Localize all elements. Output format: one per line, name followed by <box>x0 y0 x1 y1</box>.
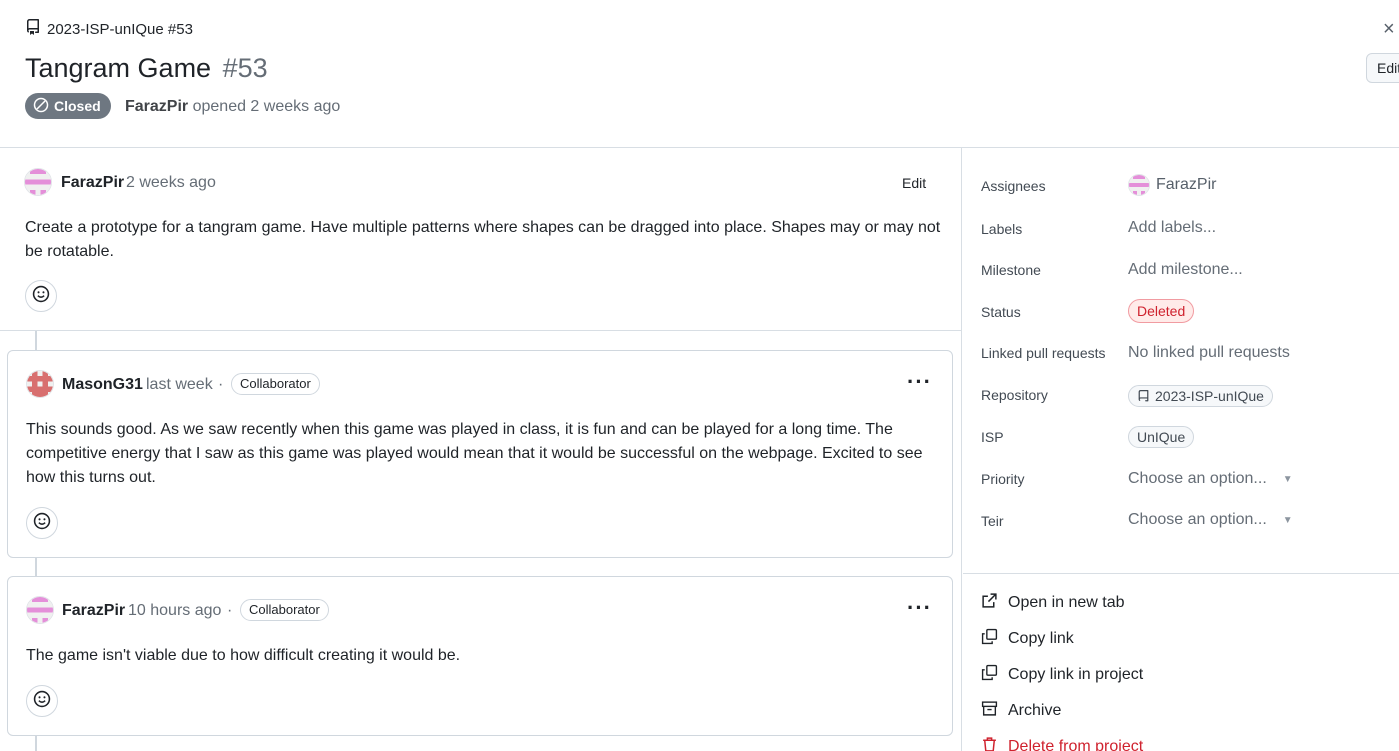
avatar[interactable] <box>26 370 54 398</box>
repository-name: 2023-ISP-unIQue <box>1155 388 1264 404</box>
milestone-label: Milestone <box>981 262 1041 278</box>
status-badge: Closed <box>25 93 111 119</box>
comment-body: This sounds good. As we saw recently whe… <box>26 421 923 486</box>
comment-body: The game isn't viable due to how difficu… <box>26 647 461 664</box>
avatar[interactable] <box>24 168 52 196</box>
teir-select-value: Choose an option... <box>1128 511 1267 528</box>
issue-sidebar: Assignees FarazPir Labels Add labels... … <box>963 148 1399 751</box>
comment-author[interactable]: MasonG31 <box>62 376 143 394</box>
separator-dot: · <box>218 376 224 393</box>
archive-button[interactable]: Archive <box>981 700 1061 722</box>
opened-by-author[interactable]: FarazPir <box>125 98 188 115</box>
comment-author[interactable]: FarazPir <box>62 602 125 620</box>
milestone-value[interactable]: Add milestone... <box>1128 261 1243 279</box>
copy-link-button[interactable]: Copy link <box>981 628 1074 650</box>
issue-body: FarazPir 2 weeks ago Edit Create a proto… <box>0 148 961 331</box>
more-options-icon[interactable]: ··· <box>907 595 932 621</box>
labels-value[interactable]: Add labels... <box>1128 219 1216 237</box>
avatar <box>1128 174 1150 196</box>
priority-label: Priority <box>981 471 1025 487</box>
role-badge: Collaborator <box>240 599 329 621</box>
repository-label: Repository <box>981 387 1048 403</box>
opened-by-text: opened 2 weeks ago <box>192 98 341 115</box>
linked-prs-value: No linked pull requests <box>1128 344 1290 361</box>
priority-select-value: Choose an option... <box>1128 470 1267 487</box>
isp-badge: UnIQue <box>1128 426 1195 448</box>
edit-title-button[interactable]: Edit <box>1366 53 1399 83</box>
delete-from-project-button[interactable]: Delete from project <box>981 736 1143 751</box>
copy-link-in-project-button[interactable]: Copy link in project <box>981 664 1143 686</box>
copy-icon <box>981 664 998 686</box>
assignees-value[interactable]: FarazPir <box>1128 174 1216 196</box>
archive-label: Archive <box>1008 702 1062 719</box>
comment-card: FarazPir 10 hours ago · Collaborator ···… <box>7 576 953 736</box>
status-deleted-badge: Deleted <box>1128 299 1195 323</box>
open-new-tab-button[interactable]: Open in new tab <box>981 592 1125 614</box>
add-reaction-button[interactable] <box>26 507 58 539</box>
repo-icon <box>25 19 41 39</box>
more-options-icon[interactable]: ··· <box>907 369 932 395</box>
smiley-icon <box>33 690 51 713</box>
assignees-label: Assignees <box>981 178 1046 194</box>
priority-select[interactable]: Choose an option... ▼ <box>1128 470 1293 488</box>
copy-link-in-project-label: Copy link in project <box>1008 666 1144 683</box>
add-reaction-button[interactable] <box>26 685 58 717</box>
divider <box>963 573 1399 574</box>
teir-label: Teir <box>981 513 1004 529</box>
edit-body-button[interactable]: Edit <box>902 175 926 191</box>
linked-prs-label: Linked pull requests <box>981 345 1106 361</box>
separator-dot: · <box>227 602 233 619</box>
isp-value[interactable]: UnIQue <box>1128 426 1195 448</box>
add-reaction-button[interactable] <box>25 280 57 312</box>
assignee-name: FarazPir <box>1156 176 1217 193</box>
copy-link-label: Copy link <box>1008 630 1074 647</box>
repo-breadcrumb-text: 2023-ISP-unIQue #53 <box>47 20 193 38</box>
labels-label: Labels <box>981 221 1023 237</box>
comment-time[interactable]: last week <box>146 376 213 394</box>
status-label: Status <box>981 304 1021 320</box>
issue-number: #53 <box>222 53 268 83</box>
chevron-down-icon: ▼ <box>1282 473 1293 485</box>
teir-select[interactable]: Choose an option... ▼ <box>1128 511 1293 529</box>
opened-by-line: FarazPir opened 2 weeks ago <box>125 98 340 116</box>
comment-time[interactable]: 10 hours ago <box>128 602 221 620</box>
close-icon[interactable]: × <box>1383 18 1395 41</box>
copy-icon <box>981 628 998 650</box>
external-link-icon <box>981 592 998 614</box>
issue-title-text: Tangram Game <box>25 53 212 83</box>
status-badge-label: Closed <box>54 98 101 114</box>
repository-value[interactable]: 2023-ISP-unIQue <box>1128 385 1273 407</box>
smiley-icon <box>33 512 51 535</box>
chevron-down-icon: ▼ <box>1282 514 1293 526</box>
issue-title: Tangram Game #53 <box>25 53 268 84</box>
smiley-icon <box>32 285 50 308</box>
delete-from-project-label: Delete from project <box>1008 738 1144 751</box>
repo-icon <box>1137 389 1150 403</box>
isp-label: ISP <box>981 429 1004 445</box>
avatar[interactable] <box>26 596 54 624</box>
issue-body-text: Create a prototype for a tangram game. H… <box>25 219 941 260</box>
status-value[interactable]: Deleted <box>1128 299 1195 323</box>
issue-main: FarazPir 2 weeks ago Edit Create a proto… <box>0 148 962 751</box>
role-badge: Collaborator <box>231 373 320 395</box>
comment-card: MasonG31 last week · Collaborator ··· Th… <box>7 350 953 558</box>
issue-header: 2023-ISP-unIQue #53 Tangram Game #53 Clo… <box>0 0 1399 148</box>
archive-icon <box>981 700 998 722</box>
open-new-tab-label: Open in new tab <box>1008 594 1125 611</box>
comment-author[interactable]: FarazPir <box>61 174 124 192</box>
trash-icon <box>981 736 998 751</box>
repo-breadcrumb[interactable]: 2023-ISP-unIQue #53 <box>25 19 193 39</box>
closed-icon <box>33 97 49 116</box>
comment-time[interactable]: 2 weeks ago <box>126 174 216 192</box>
repository-badge: 2023-ISP-unIQue <box>1128 385 1273 407</box>
